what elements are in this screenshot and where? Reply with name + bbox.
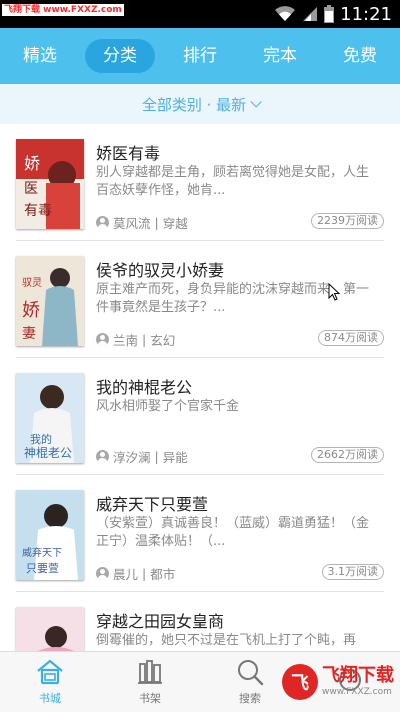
book-description: 倒霉催的，她只不过是在飞机上打了个盹，再睁... <box>96 633 357 648</box>
battery-icon <box>324 5 335 23</box>
author-icon <box>96 216 109 229</box>
book-cover[interactable]: 威弃天下 只要萱 <box>16 490 84 580</box>
book-title: 侯爷的驭灵小娇妻 <box>96 261 225 280</box>
tab-featured[interactable]: 精选 <box>5 39 75 73</box>
book-genre: 穿越 <box>162 216 188 231</box>
status-bar: 飞翔下载 www.FXXZ.com 11:21 <box>0 0 400 28</box>
status-time: 11:21 <box>340 3 392 25</box>
svg-text:驭灵: 驭灵 <box>22 277 42 289</box>
mouse-cursor-icon <box>328 283 340 301</box>
book-meta: 晨儿 | 都市 <box>96 564 175 583</box>
nav-label: 书城 <box>39 692 61 705</box>
svg-text:只要萱: 只要萱 <box>26 562 59 575</box>
read-count-badge: 874万阅读 <box>318 330 384 346</box>
category-filter-dropdown[interactable]: 全部类别 · 最新 <box>0 84 400 124</box>
book-cover[interactable]: 娇 医 有毒 <box>16 139 84 229</box>
book-author: 莫风流 <box>113 216 151 231</box>
book-cover[interactable]: 我的 神棍老公 <box>16 373 84 463</box>
author-icon <box>96 450 109 463</box>
tab-category[interactable]: 分类 <box>85 39 155 73</box>
nav-bookshelf[interactable]: 书架 <box>100 652 200 712</box>
book-genre: 异能 <box>162 450 188 465</box>
signal-icon <box>303 7 318 21</box>
book-genre: 都市 <box>150 567 176 582</box>
svg-text:医: 医 <box>24 181 38 197</box>
book-description: 别人穿越都是主角，顾若离觉得她是女配，人生百态妖孽作怪，她肯... <box>96 165 370 198</box>
author-icon <box>96 567 109 580</box>
nav-label: 书架 <box>139 692 161 705</box>
tab-ranking[interactable]: 排行 <box>165 39 235 73</box>
top-tab-bar: 精选 分类 排行 完本 免费 <box>0 28 400 84</box>
read-count-badge: 3.1万阅读 <box>321 564 384 580</box>
chevron-down-icon <box>250 96 262 108</box>
read-count-badge: 2662万阅读 <box>311 447 384 463</box>
book-list[interactable]: 娇 医 有毒 娇医有毒 别人穿越都是主角，顾若离觉得她是女配，人生百态妖孽作怪，… <box>0 124 400 651</box>
book-meta: 兰南 | 玄幻 <box>96 330 175 349</box>
book-author: 淳汐澜 <box>113 450 151 465</box>
book-item[interactable]: 我的 神棍老公 我的神棍老公 风水相师娶了个官家千金 淳汐澜 | 异能 2662… <box>16 358 384 475</box>
svg-text:威弃天下: 威弃天下 <box>22 546 62 559</box>
book-cover[interactable]: 驭灵 娇 妻 <box>16 256 84 346</box>
watermark-sub: www.FXXZ.com <box>322 687 392 697</box>
book-item[interactable]: 娇 医 有毒 娇医有毒 别人穿越都是主角，顾若离觉得她是女配，人生百态妖孽作怪，… <box>16 124 384 241</box>
book-title: 威弃天下只要萱 <box>96 495 209 514</box>
nav-label: 搜索 <box>239 692 261 705</box>
tab-completed[interactable]: 完本 <box>245 39 315 73</box>
svg-text:有毒: 有毒 <box>24 203 52 219</box>
watermark-bottom-right: 飞 飞翔下载 www.FXXZ.com <box>282 664 394 700</box>
watermark-top-left: 飞翔下载 www.FXXZ.com <box>2 4 124 16</box>
book-item[interactable]: 穿越之田园女皇商 倒霉催的，她只不过是在飞机上打了个盹，再睁... <box>16 592 384 651</box>
read-count-badge: 2239万阅读 <box>311 213 384 229</box>
book-meta: 淳汐澜 | 异能 <box>96 447 188 466</box>
nav-bookstore[interactable]: 书城 <box>0 652 100 712</box>
status-icons: 11:21 <box>274 2 392 26</box>
tab-free[interactable]: 免费 <box>325 39 395 73</box>
book-title: 我的神棍老公 <box>96 378 193 397</box>
wifi-icon <box>275 6 296 21</box>
book-cover[interactable] <box>16 607 84 651</box>
book-genre: 玄幻 <box>150 333 176 348</box>
svg-text:娇: 娇 <box>24 154 40 173</box>
author-icon <box>96 333 109 346</box>
watermark-main: 飞翔下载 <box>322 665 394 686</box>
home-icon <box>36 658 64 686</box>
book-author: 晨儿 <box>113 567 139 582</box>
book-meta: 莫风流 | 穿越 <box>96 213 188 232</box>
book-description: 风水相师娶了个官家千金 <box>96 399 240 414</box>
watermark-logo-icon: 飞 <box>282 664 318 700</box>
svg-text:神棍老公: 神棍老公 <box>24 446 72 460</box>
svg-text:娇: 娇 <box>22 300 40 321</box>
search-icon <box>236 658 264 686</box>
book-description: （安紫萱）真诚善良！（蓝威）霸道勇猛！（金正宁）温柔体贴！（... <box>96 516 370 549</box>
book-author: 兰南 <box>113 333 139 348</box>
book-item[interactable]: 威弃天下 只要萱 威弃天下只要萱 （安紫萱）真诚善良！（蓝威）霸道勇猛！（金正宁… <box>16 475 384 592</box>
filter-label: 全部类别 · 最新 <box>141 95 247 114</box>
svg-text:我的: 我的 <box>30 432 52 446</box>
book-title: 穿越之田园女皇商 <box>96 612 225 631</box>
svg-text:妻: 妻 <box>22 326 36 342</box>
bookshelf-icon <box>136 658 164 686</box>
book-title: 娇医有毒 <box>96 144 161 163</box>
